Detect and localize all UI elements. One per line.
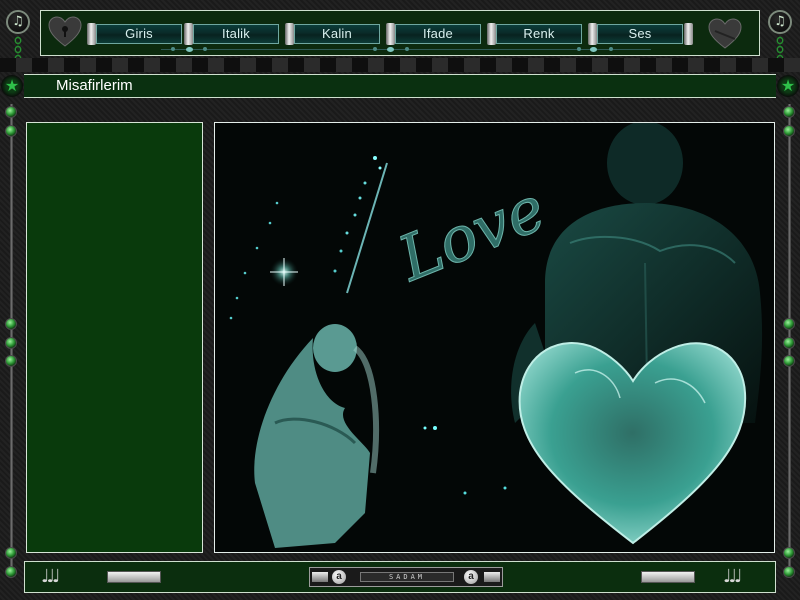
nav-separator [87, 23, 96, 45]
nav-separator [285, 23, 294, 45]
nav-separator [386, 23, 395, 45]
music-notes-icon: ♩♩♩ [723, 566, 742, 587]
rail-knob [5, 547, 17, 559]
nav-button-ifade[interactable]: Ifade [395, 24, 481, 44]
rail-knob [783, 337, 795, 349]
music-note-icon[interactable]: ♫ [6, 10, 30, 34]
badge-a-icon: a [464, 570, 478, 584]
heart-lock-icon [48, 16, 82, 47]
right-rail [780, 104, 798, 578]
rail-knob [5, 106, 17, 118]
nav-dot [186, 47, 193, 52]
nav-separator [487, 23, 496, 45]
chrome-stub [484, 572, 500, 582]
nav-dot [405, 47, 409, 51]
nav-dot [203, 47, 207, 51]
rail-knob [5, 355, 17, 367]
chrome-stub [312, 572, 328, 582]
main-image-panel: Love [214, 122, 775, 553]
nav-button-giris[interactable]: Giris [96, 24, 182, 44]
love-scene-image: Love [215, 123, 774, 552]
star-icon: ★ [777, 75, 799, 97]
star-icon: ★ [1, 75, 23, 97]
nav-dot [609, 47, 613, 51]
rail-knob [783, 547, 795, 559]
sadam-label: SADAM [360, 572, 454, 582]
chrome-bar [641, 571, 695, 583]
rail-knob [5, 125, 17, 137]
rail-knob [5, 566, 17, 578]
music-notes-icon: ♩♩♩ [41, 566, 60, 587]
footer-bar: ♩♩♩ a SADAM a ♩♩♩ [24, 561, 776, 593]
page-title: Misafirlerim [56, 77, 133, 94]
nav-dot [373, 47, 377, 51]
rail-knob [783, 125, 795, 137]
nav-button-italik[interactable]: Italik [193, 24, 279, 44]
nav-button-ses[interactable]: Ses [597, 24, 683, 44]
nav-dot [577, 47, 581, 51]
nav-separator [184, 23, 193, 45]
rail-knob [783, 318, 795, 330]
nav-dot [387, 47, 394, 52]
app-frame: ♫ ♫ Giris Italik Kalin Ifade Renk Ses ★ … [0, 0, 800, 600]
nav-separator [588, 23, 597, 45]
left-rail [2, 104, 20, 578]
top-nav-bar: Giris Italik Kalin Ifade Renk Ses [40, 10, 760, 56]
rail-knob [783, 355, 795, 367]
chrome-bar [107, 571, 161, 583]
rail-knob [783, 566, 795, 578]
nav-button-renk[interactable]: Renk [496, 24, 582, 44]
nav-button-kalin[interactable]: Kalin [294, 24, 380, 44]
checker-strip [0, 58, 800, 72]
rail-knob [5, 318, 17, 330]
nav-dot [590, 47, 597, 52]
nav-dot [171, 47, 175, 51]
guest-list-panel [26, 122, 203, 553]
rail-knob [5, 337, 17, 349]
rail-knob [783, 106, 795, 118]
sadam-plate: a SADAM a [309, 567, 503, 587]
heart-icon [708, 18, 742, 49]
nav-separator [684, 23, 693, 45]
badge-a-icon: a [332, 570, 346, 584]
title-bar: Misafirlerim [24, 74, 776, 98]
music-note-icon[interactable]: ♫ [768, 10, 792, 34]
